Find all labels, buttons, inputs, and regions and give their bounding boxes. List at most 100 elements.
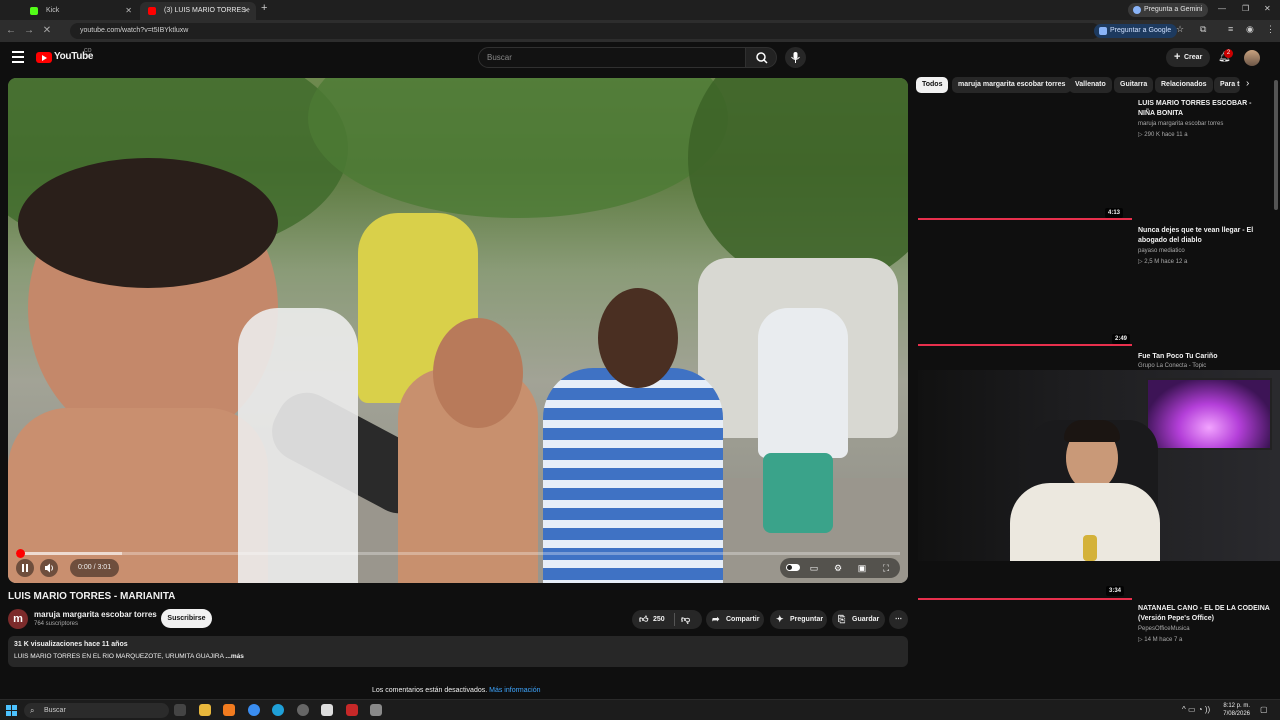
- gemini-label: Pregunta a Gemini: [1144, 6, 1203, 13]
- save-button[interactable]: ⎘ Guardar: [832, 610, 885, 629]
- bottle: [1083, 535, 1097, 561]
- dislike-icon[interactable]: 👎︎: [681, 610, 690, 629]
- notifications-icon[interactable]: ▢: [1260, 705, 1268, 714]
- back-icon[interactable]: ←: [4, 24, 18, 38]
- progress-handle[interactable]: [16, 549, 25, 558]
- stop-icon[interactable]: ✕: [40, 24, 54, 38]
- recommendation-thumbnail[interactable]: [918, 222, 1132, 344]
- url-field[interactable]: youtube.com/watch?v=t5IBYktluxw: [70, 23, 1100, 39]
- ask-button[interactable]: ✦ Preguntar: [770, 610, 827, 629]
- menu-icon[interactable]: ⋮: [1266, 24, 1275, 35]
- pause-icon: [22, 564, 28, 572]
- recommendation-title[interactable]: LUIS MARIO TORRES ESCOBAR - NIÑA BONITA: [1138, 99, 1270, 119]
- channel-name[interactable]: maruja margarita escobar torres: [34, 610, 157, 619]
- mic-icon: [791, 52, 800, 63]
- forward-icon[interactable]: →: [22, 24, 36, 38]
- logo-country: CO: [84, 48, 92, 54]
- recommendation-title[interactable]: Nunca dejes que te vean llegar - El abog…: [1138, 226, 1270, 246]
- ask-google-button[interactable]: Preguntar a Google: [1094, 24, 1178, 38]
- scrollbar[interactable]: [1274, 80, 1278, 210]
- gemini-button[interactable]: Pregunta a Gemini: [1128, 3, 1209, 17]
- close-icon[interactable]: ✕: [125, 2, 132, 20]
- recommendation-meta: ▷ 14 M hace 7 a: [1138, 637, 1183, 643]
- minimize-icon[interactable]: —: [1218, 4, 1226, 13]
- video-title: LUIS MARIO TORRES - MARIANITA: [8, 591, 176, 602]
- share-button[interactable]: ➦ Compartir: [706, 610, 764, 629]
- tab-kick[interactable]: Kick ✕: [22, 2, 138, 20]
- search-input[interactable]: Buscar: [478, 47, 746, 68]
- mic-button[interactable]: [785, 47, 806, 68]
- miniplayer-icon[interactable]: ▣: [856, 562, 868, 574]
- subtitles-icon[interactable]: ▭: [808, 562, 820, 574]
- save-label: Guardar: [852, 616, 880, 623]
- recommendation-thumbnail[interactable]: [918, 96, 1132, 218]
- chip-vallenato[interactable]: Vallenato: [1069, 77, 1112, 93]
- app-icon[interactable]: [346, 704, 358, 716]
- time-display: 0:00 / 3:01: [70, 559, 120, 577]
- pause-button[interactable]: [16, 559, 34, 577]
- like-icon[interactable]: 👍︎: [639, 610, 648, 629]
- taskbar-search-input[interactable]: ⌕ Buscar: [24, 703, 169, 718]
- recommendation-channel[interactable]: maruja margarita escobar torres: [1138, 121, 1223, 127]
- avatar[interactable]: [1244, 50, 1260, 66]
- description-body: LUIS MARIO TORRES EN EL RIO MARQUEZOTE, …: [14, 653, 224, 660]
- chevron-right-icon[interactable]: ›: [1246, 78, 1249, 89]
- progress-bar[interactable]: [16, 549, 900, 558]
- more-link[interactable]: ...más: [225, 653, 243, 660]
- watched-progress-bar: [918, 598, 1132, 600]
- tab-youtube[interactable]: (3) LUIS MARIO TORRES - M ✕: [140, 2, 256, 32]
- hamburger-menu-icon[interactable]: [12, 51, 24, 63]
- recommendation-channel[interactable]: payaso mediatico: [1138, 248, 1185, 254]
- system-tray-icons[interactable]: ^ ▭ ◔ )): [1182, 705, 1210, 714]
- file-explorer-icon[interactable]: [199, 704, 211, 716]
- windows-start-icon[interactable]: [6, 705, 17, 716]
- maximize-icon[interactable]: ❐: [1242, 4, 1249, 13]
- recommendation-title[interactable]: NATANAEL CANO - EL DE LA CODEINA (Versió…: [1138, 604, 1270, 624]
- boy-hair: [18, 158, 278, 288]
- share-icon: ➦: [712, 614, 720, 624]
- task-view-icon[interactable]: [174, 704, 186, 716]
- volume-button[interactable]: [40, 559, 58, 577]
- ask-label: Preguntar: [790, 616, 824, 623]
- create-button[interactable]: + Crear: [1166, 48, 1210, 67]
- recommendation-channel[interactable]: PepesOfficeMusica: [1138, 626, 1190, 632]
- clock-time: 8:12 p. m.: [1223, 703, 1250, 709]
- edge-icon[interactable]: [272, 704, 284, 716]
- close-icon[interactable]: ✕: [243, 2, 250, 20]
- more-info-link[interactable]: Más información: [489, 687, 540, 694]
- chip-todos[interactable]: Todos: [916, 77, 949, 93]
- description-box[interactable]: 31 K visualizaciones hace 11 años LUIS M…: [8, 636, 908, 667]
- recommendation-title[interactable]: Fue Tan Poco Tu Cariño: [1138, 352, 1270, 362]
- close-window-icon[interactable]: ✕: [1264, 4, 1271, 13]
- app-icon[interactable]: [370, 704, 382, 716]
- chip-relacionados[interactable]: Relacionados: [1155, 77, 1213, 93]
- video-player[interactable]: 0:00 / 3:01 ▭ ⚙︎ ▣ ⛶: [8, 78, 908, 583]
- chip-para-ti[interactable]: Para t: [1214, 77, 1240, 93]
- extensions-icon[interactable]: ⧉: [1200, 24, 1206, 35]
- chip-channel[interactable]: maruja margarita escobar torres: [952, 77, 1072, 93]
- search-button[interactable]: [745, 47, 777, 68]
- system-clock[interactable]: 8:12 p. m. 7/08/2026: [1223, 702, 1250, 718]
- new-tab-button[interactable]: +: [261, 2, 267, 14]
- vlc-icon[interactable]: [223, 704, 235, 716]
- profile-icon[interactable]: ◉: [1246, 24, 1254, 35]
- youtube-header: YouTube CO Buscar + Crear 🔔︎ 2: [0, 42, 1280, 74]
- capcut-icon[interactable]: [321, 704, 333, 716]
- settings-icon[interactable]: ⚙︎: [832, 562, 844, 574]
- obs-icon[interactable]: [297, 704, 309, 716]
- subscribe-button[interactable]: Suscribirse: [161, 609, 212, 628]
- channel-avatar[interactable]: m: [8, 609, 28, 629]
- autoplay-toggle[interactable]: [786, 562, 800, 574]
- media-icon[interactable]: ≡: [1228, 24, 1233, 34]
- chip-guitarra[interactable]: Guitarra: [1114, 77, 1154, 93]
- fullscreen-icon[interactable]: ⛶: [880, 562, 892, 574]
- chrome-icon[interactable]: [248, 704, 260, 716]
- more-actions-button[interactable]: ⋯: [889, 610, 908, 629]
- boy-body: [8, 408, 268, 583]
- recommendation-channel[interactable]: Grupo La Conecta - Topic: [1138, 363, 1206, 369]
- star-icon[interactable]: ☆: [1176, 24, 1184, 35]
- like-count[interactable]: 250: [653, 610, 665, 629]
- streamer-hair: [1064, 420, 1120, 442]
- child-face: [433, 318, 523, 428]
- search-icon: ⌕: [30, 706, 35, 715]
